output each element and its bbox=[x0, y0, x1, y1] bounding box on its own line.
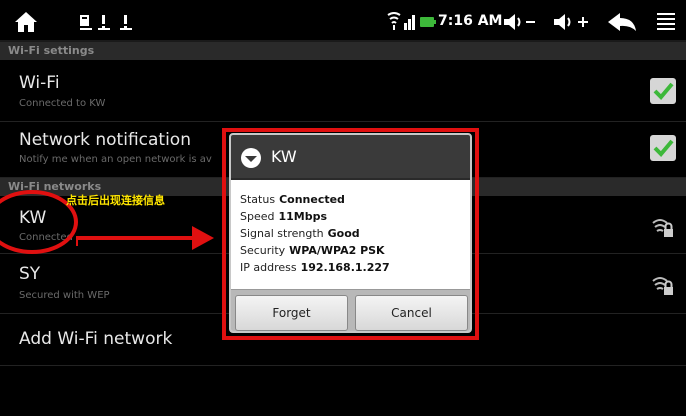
back-icon[interactable] bbox=[606, 11, 638, 33]
check-icon bbox=[653, 139, 674, 157]
info-value: WPA/WPA2 PSK bbox=[289, 244, 385, 257]
wifi-subtitle: Connected to KW bbox=[19, 98, 106, 109]
dialog-header: KW bbox=[231, 135, 470, 180]
status-clock: 7:16 AM bbox=[438, 13, 503, 29]
info-value: 192.168.1.227 bbox=[300, 261, 390, 274]
info-label: Speed bbox=[240, 210, 275, 223]
info-row-signal-strength: Signal strength Good bbox=[240, 227, 466, 244]
info-value: Connected bbox=[279, 193, 345, 206]
volume-down-icon[interactable] bbox=[502, 11, 536, 33]
info-label: Security bbox=[240, 244, 286, 257]
info-label: IP address bbox=[240, 261, 297, 274]
menu-icon[interactable] bbox=[656, 11, 676, 33]
info-row-ip-address: IP address 192.168.1.227 bbox=[240, 261, 466, 278]
dialog-body: Status Connected Speed 11Mbps Signal stren… bbox=[240, 193, 466, 278]
home-icon[interactable] bbox=[14, 11, 38, 33]
status-bar: 7:16 AM bbox=[0, 0, 686, 42]
wifi-locked-icon bbox=[652, 219, 673, 237]
chevron-circle-icon bbox=[241, 148, 261, 168]
info-value: 11Mbps bbox=[278, 210, 328, 223]
wifi-checkbox[interactable] bbox=[650, 78, 676, 104]
dialog-button-bar: Forget Cancel bbox=[231, 289, 470, 331]
network-notification-subtitle: Notify me when an open network is av bbox=[19, 154, 212, 165]
notification-icons bbox=[80, 15, 132, 30]
info-row-security: Security WPA/WPA2 PSK bbox=[240, 244, 466, 261]
volume-up-icon[interactable] bbox=[552, 11, 592, 33]
annotation-arrow bbox=[76, 226, 214, 250]
network-security: Secured with WEP bbox=[19, 290, 110, 301]
cancel-button[interactable]: Cancel bbox=[355, 295, 468, 331]
wifi-title: Wi-Fi bbox=[19, 73, 60, 93]
check-icon bbox=[653, 82, 674, 100]
annotation-text: 点击后出现连接信息 bbox=[66, 194, 165, 207]
wifi-locked-icon bbox=[652, 277, 673, 295]
wifi-toggle-item[interactable]: Wi-Fi Connected to KW bbox=[0, 60, 686, 122]
info-row-status: Status Connected bbox=[240, 193, 466, 210]
network-info-dialog: KW Status Connected Speed 11Mbps Signal st… bbox=[229, 133, 472, 333]
info-label: Signal strength bbox=[240, 227, 324, 240]
network-notification-title: Network notification bbox=[19, 130, 191, 150]
dialog-title: KW bbox=[271, 147, 297, 166]
network-name: SY bbox=[19, 264, 41, 284]
signal-icons bbox=[387, 12, 436, 30]
wifi-settings-header: Wi-Fi settings bbox=[0, 42, 686, 60]
forget-button[interactable]: Forget bbox=[235, 295, 348, 331]
info-label: Status bbox=[240, 193, 276, 206]
info-row-speed: Speed 11Mbps bbox=[240, 210, 466, 227]
add-wifi-network-label: Add Wi-Fi network bbox=[19, 329, 173, 349]
info-value: Good bbox=[327, 227, 360, 240]
network-notification-checkbox[interactable] bbox=[650, 135, 676, 161]
